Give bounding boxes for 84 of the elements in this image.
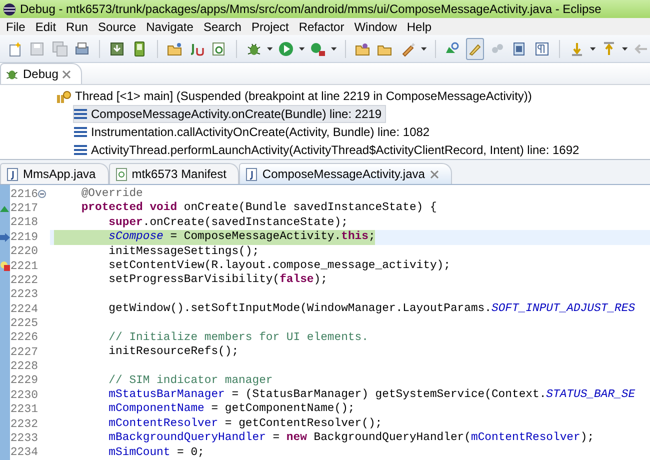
line-number: 2229	[10, 374, 38, 388]
code-line: @Override	[80, 187, 143, 202]
menu-item[interactable]: Edit	[31, 20, 62, 34]
code-line: setProgressBarVisibility(false);	[108, 273, 328, 288]
dropdown-caret-icon[interactable]	[299, 46, 306, 50]
code-line: setContentView(R.layout.compose_message_activity);	[108, 258, 450, 274]
close-icon[interactable]	[430, 170, 439, 178]
stack-frame-item[interactable]: ComposeMessageActivity.onCreate(Bundle) line: 2219	[73, 105, 386, 123]
line-number: 2219	[10, 230, 38, 244]
menu-item[interactable]: Refactor	[294, 20, 350, 34]
code-line: protected void onCreate(Bundle savedInstanceState) {	[80, 201, 437, 216]
line-number: 2230	[10, 388, 38, 402]
window-title: Debug - mtk6573/trunk/packages/apps/Mms/src/com/android/mms/ui/ComposeMessageActivity.java - Eclipse	[20, 2, 602, 16]
editor-tab[interactable]: ComposeMessageActivity.java	[239, 163, 452, 184]
eclipse-logo-icon	[3, 2, 16, 16]
line-number: 2216	[10, 188, 38, 201]
dropdown-caret-icon[interactable]	[590, 46, 596, 50]
download-icon	[109, 40, 126, 56]
open-folder-icon	[166, 40, 183, 56]
line-number: 2227	[10, 346, 38, 359]
line-number: 2233	[10, 432, 38, 445]
debug-view-tab[interactable]: Debug	[0, 63, 82, 84]
line-number: 2220	[10, 245, 38, 258]
thread-label[interactable]: Thread [<1> main] (Suspended (breakpoint at line 2219 in ComposeMessageActivity))	[75, 89, 532, 103]
line-number: 2234	[10, 446, 38, 460]
dropdown-caret-icon[interactable]	[267, 46, 274, 50]
new-file-icon	[7, 40, 24, 56]
stack-frame-icon	[74, 109, 87, 119]
dropdown-caret-icon[interactable]	[622, 46, 628, 50]
paragraph-icon	[534, 40, 550, 56]
pen-toggle-button[interactable]	[466, 38, 484, 60]
code-line: getWindow().setSoftInputMode(WindowManager.LayoutParams.SOFT_INPUT_ADJUST_RES	[108, 302, 636, 316]
code-line: super.onCreate(savedInstanceState);	[108, 216, 348, 230]
line-number: 2224	[10, 302, 38, 316]
code-line: mSimCount = 0;	[108, 446, 204, 460]
line-number: 2223	[10, 288, 38, 302]
code-line: initMessageSettings();	[108, 244, 260, 259]
stack-frame-item[interactable]: Instrumentation.callActivityOnCreate(Activity, Bundle) line: 1082	[73, 123, 434, 141]
save-all-icon	[52, 40, 68, 56]
java-file-icon	[246, 168, 258, 180]
printer-icon	[74, 40, 90, 56]
package-folder-icon	[355, 40, 372, 56]
brush-icon	[400, 40, 416, 56]
override-marker-icon	[0, 206, 9, 212]
editor-tab[interactable]: mtk6573 Manifest	[108, 163, 240, 184]
line-number: 2226	[10, 331, 38, 344]
code-line: initResourceRefs();	[108, 345, 239, 360]
line-number: 2217	[10, 202, 38, 216]
code-line: mBackgroundQueryHandler = new BackgroundQueryHandler(mContentResolver);	[108, 431, 594, 446]
menu-item[interactable]: Project	[247, 20, 295, 34]
stack-frame-icon	[74, 145, 87, 155]
line-number: 2231	[10, 403, 38, 416]
line-number: 2232	[10, 418, 38, 431]
line-number: 2221	[10, 260, 38, 273]
dropdown-caret-icon[interactable]	[331, 46, 338, 50]
editor-tab[interactable]: MmsApp.java	[0, 163, 109, 184]
line-number: 2225	[10, 317, 38, 330]
menu-item[interactable]: Search	[199, 20, 248, 34]
code-line: mContentResolver = getContentResolver();	[108, 416, 382, 432]
save-icon	[29, 40, 46, 56]
menu-item[interactable]: Navigate	[142, 20, 200, 34]
code-line: // SIM indicator manager	[108, 374, 273, 388]
close-icon[interactable]	[62, 70, 72, 78]
code-line: mStatusBarManager = (StatusBarManager) getSystemService(Context.STATUS_BAR_SE	[108, 388, 636, 402]
line-number: 2218	[10, 216, 38, 230]
error-marker-icon	[0, 261, 10, 272]
code-line: // Initialize members for UI elements.	[108, 330, 368, 346]
collapse-icon[interactable]	[38, 190, 46, 198]
suspended-thread-icon	[57, 90, 71, 102]
dropdown-caret-icon[interactable]	[420, 46, 427, 50]
line-number: 2228	[10, 360, 38, 374]
menu-item[interactable]: File	[2, 20, 32, 34]
menu-item[interactable]: Source	[94, 20, 142, 34]
menu-item[interactable]: Window	[350, 20, 403, 34]
stack-frame-item[interactable]: ActivityThread.performLaunchActivity(ActivityThread$ActivityClientRecord, Intent) line: 1692	[73, 141, 584, 159]
run-icon	[278, 40, 294, 56]
menu-item[interactable]: Help	[402, 20, 438, 34]
java-file-icon	[7, 168, 18, 180]
code-line: mComponentName = getComponentName();	[108, 402, 355, 417]
stack-frame-icon	[74, 127, 87, 137]
manifest-file-icon	[116, 168, 127, 180]
debug-pointer-icon	[0, 232, 10, 242]
line-number: 2222	[10, 274, 38, 288]
menu-item[interactable]: Run	[62, 20, 94, 34]
